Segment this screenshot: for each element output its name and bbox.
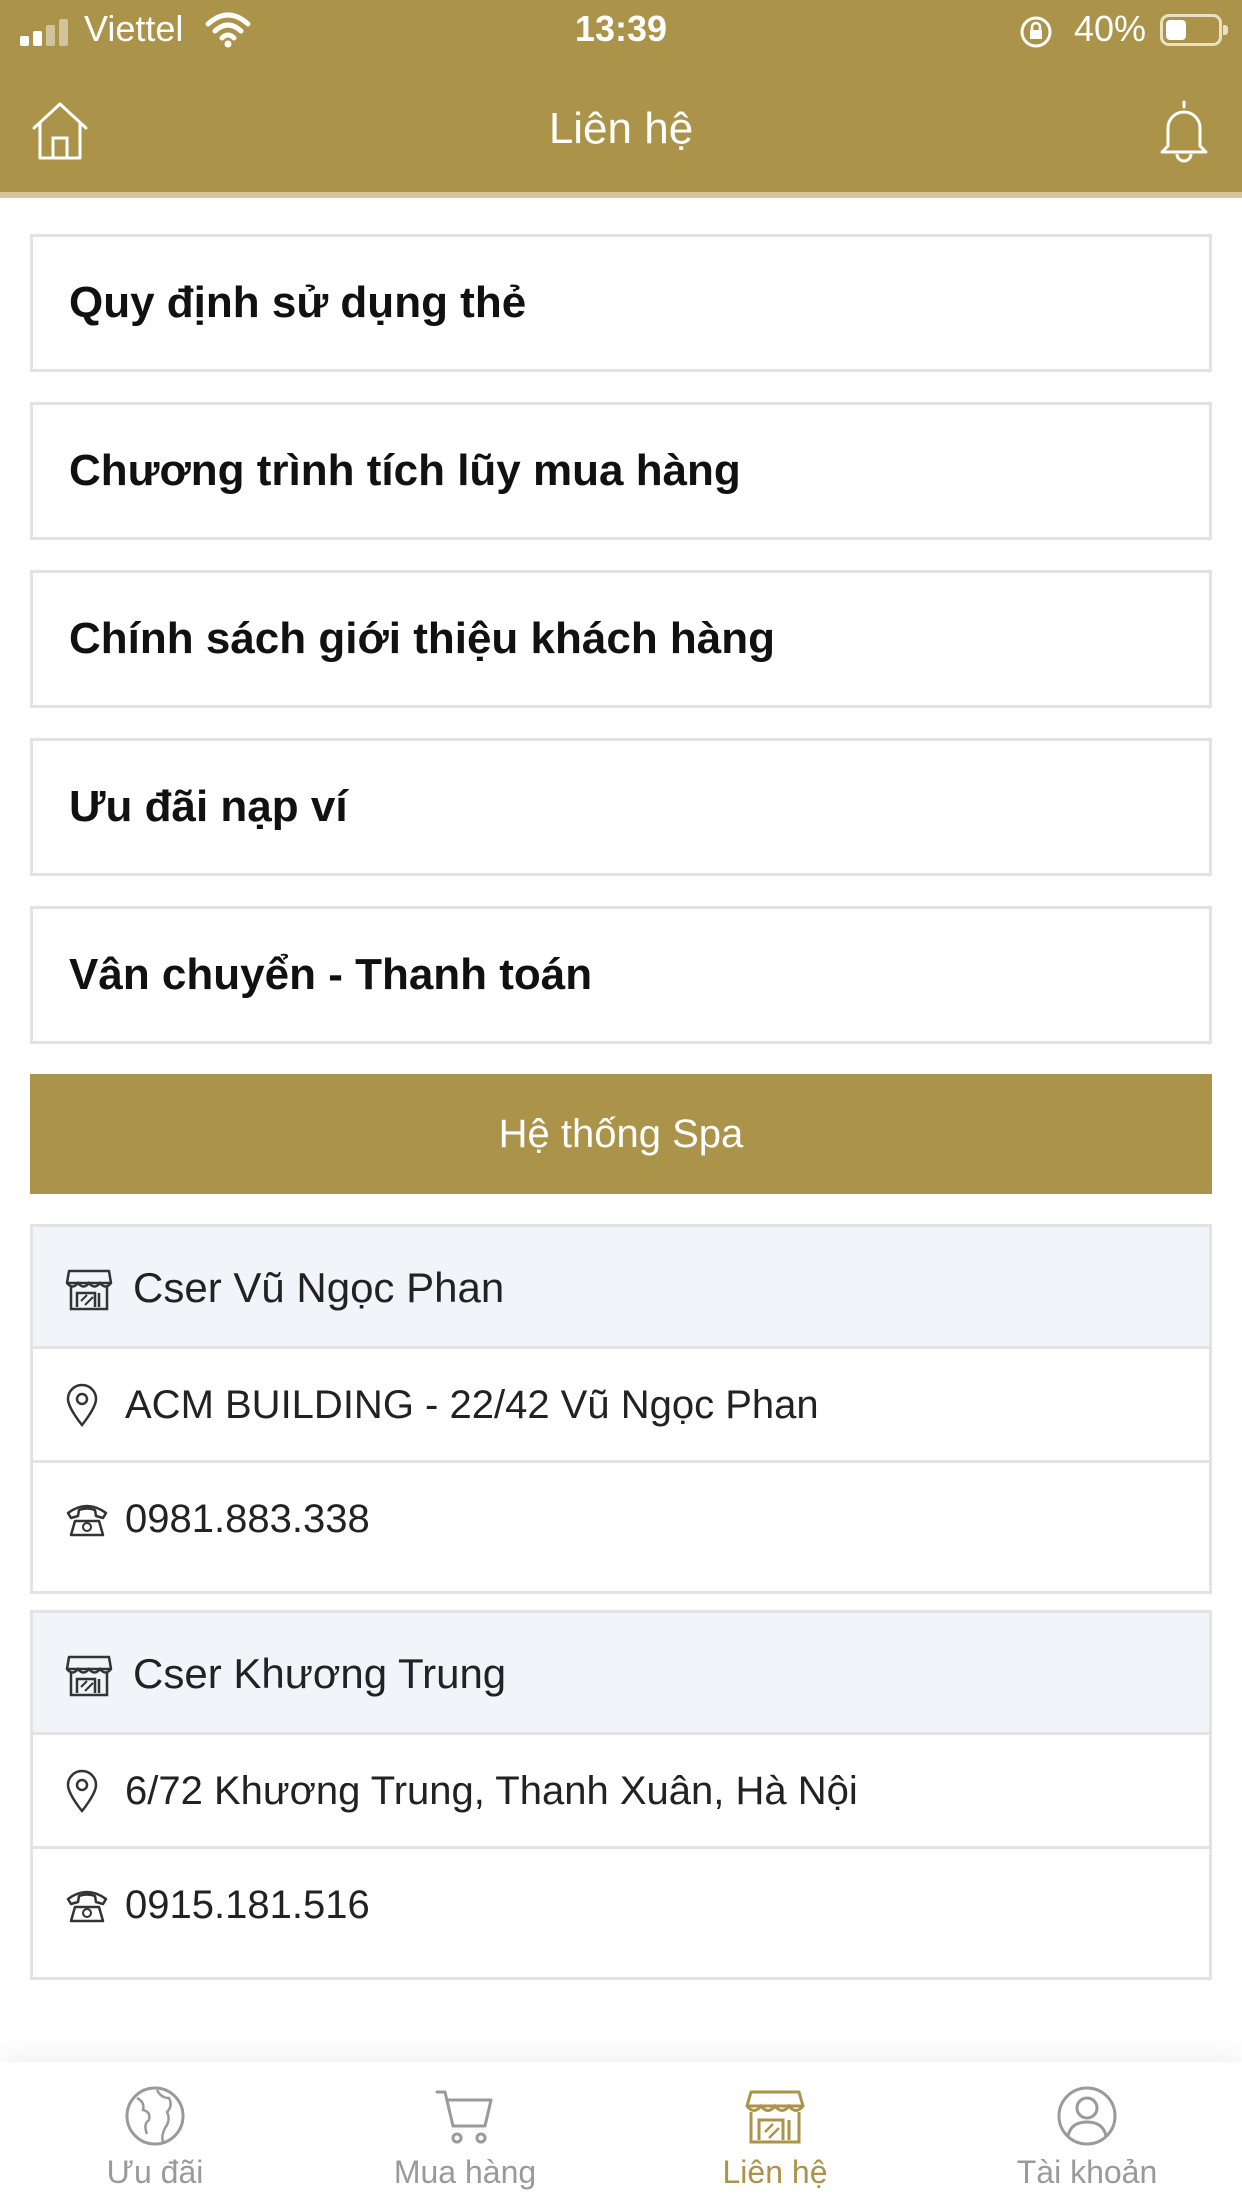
menu-item-label: Chính sách giới thiệu khách hàng bbox=[69, 614, 776, 663]
user-icon bbox=[1057, 2086, 1117, 2146]
page-title: Liên hệ bbox=[548, 104, 694, 153]
spa-name-row: Cser Vũ Ngọc Phan bbox=[33, 1227, 1209, 1349]
spa-phone-row[interactable]: 0981.883.338 bbox=[33, 1463, 1209, 1577]
nav-tab-offers[interactable]: Ưu đãi bbox=[0, 2062, 310, 2208]
store-icon bbox=[65, 1269, 113, 1311]
bottom-nav: Ưu đãi Mua hàng Liên hệ Tài khoản bbox=[0, 2062, 1242, 2208]
phone-icon bbox=[66, 1890, 108, 1923]
nav-tab-shopping[interactable]: Mua hàng bbox=[310, 2062, 620, 2208]
status-bar: Viettel 13:39 40% bbox=[0, 0, 1242, 62]
spa-address-row[interactable]: ACM BUILDING - 22/42 Vũ Ngọc Phan bbox=[33, 1349, 1209, 1463]
spa-system-header: Hệ thống Spa bbox=[30, 1074, 1212, 1194]
spa-phone: 0981.883.338 bbox=[125, 1497, 370, 1541]
nav-tab-label: Mua hàng bbox=[393, 2154, 537, 2190]
phone-icon bbox=[66, 1504, 108, 1537]
spa-location-card: Cser Vũ Ngọc Phan ACM BUILDING - 22/42 V… bbox=[30, 1224, 1212, 1594]
nav-tab-label: Ưu đãi bbox=[106, 2154, 204, 2190]
menu-item-label: Vân chuyển - Thanh toán bbox=[69, 950, 593, 999]
spa-address-row[interactable]: 6/72 Khương Trung, Thanh Xuân, Hà Nội bbox=[33, 1735, 1209, 1849]
location-pin-icon bbox=[66, 1769, 98, 1813]
globe-icon bbox=[125, 2086, 185, 2146]
top-bar: Viettel 13:39 40% Liên hệ bbox=[0, 0, 1242, 198]
nav-tab-label: Tài khoản bbox=[1016, 2154, 1158, 2190]
battery-percent: 40% bbox=[1073, 8, 1146, 49]
nav-tab-label: Liên hệ bbox=[722, 2154, 828, 2190]
spa-name-row: Cser Khương Trung bbox=[33, 1613, 1209, 1735]
store-icon bbox=[745, 2090, 805, 2144]
location-pin-icon bbox=[66, 1383, 98, 1427]
menu-item-label: Quy định sử dụng thẻ bbox=[69, 278, 527, 327]
spa-name: Cser Vũ Ngọc Phan bbox=[133, 1264, 505, 1311]
cart-icon bbox=[435, 2090, 493, 2144]
nav-tab-account[interactable]: Tài khoản bbox=[932, 2062, 1242, 2208]
menu-item-label: Chương trình tích lũy mua hàng bbox=[69, 446, 741, 495]
bell-icon[interactable] bbox=[1154, 96, 1214, 164]
spa-location-card: Cser Khương Trung 6/72 Khương Trung, Tha… bbox=[30, 1610, 1212, 1980]
status-time: 13:39 bbox=[574, 8, 668, 49]
spa-address: ACM BUILDING - 22/42 Vũ Ngọc Phan bbox=[125, 1383, 819, 1427]
contact-screen: Viettel 13:39 40% Liên hệ Quy định sử dụ… bbox=[0, 0, 1242, 2208]
spa-phone: 0915.181.516 bbox=[125, 1883, 370, 1927]
store-icon bbox=[65, 1655, 113, 1697]
spa-address: 6/72 Khương Trung, Thanh Xuân, Hà Nội bbox=[125, 1769, 858, 1813]
nav-tab-contact[interactable]: Liên hệ bbox=[620, 2062, 930, 2208]
rotation-lock-icon bbox=[1020, 16, 1052, 48]
menu-item-shipping-payment[interactable]: Vân chuyển - Thanh toán bbox=[30, 906, 1212, 1044]
menu-item-wallet-offers[interactable]: Ưu đãi nạp ví bbox=[30, 738, 1212, 876]
battery-icon bbox=[1160, 14, 1228, 46]
menu-item-loyalty-program[interactable]: Chương trình tích lũy mua hàng bbox=[30, 402, 1212, 540]
menu-item-label: Ưu đãi nạp ví bbox=[69, 782, 348, 831]
spa-name: Cser Khương Trung bbox=[133, 1650, 507, 1697]
menu-item-referral-policy[interactable]: Chính sách giới thiệu khách hàng bbox=[30, 570, 1212, 708]
menu-item-card-rules[interactable]: Quy định sử dụng thẻ bbox=[30, 234, 1212, 372]
spa-phone-row[interactable]: 0915.181.516 bbox=[33, 1849, 1209, 1963]
